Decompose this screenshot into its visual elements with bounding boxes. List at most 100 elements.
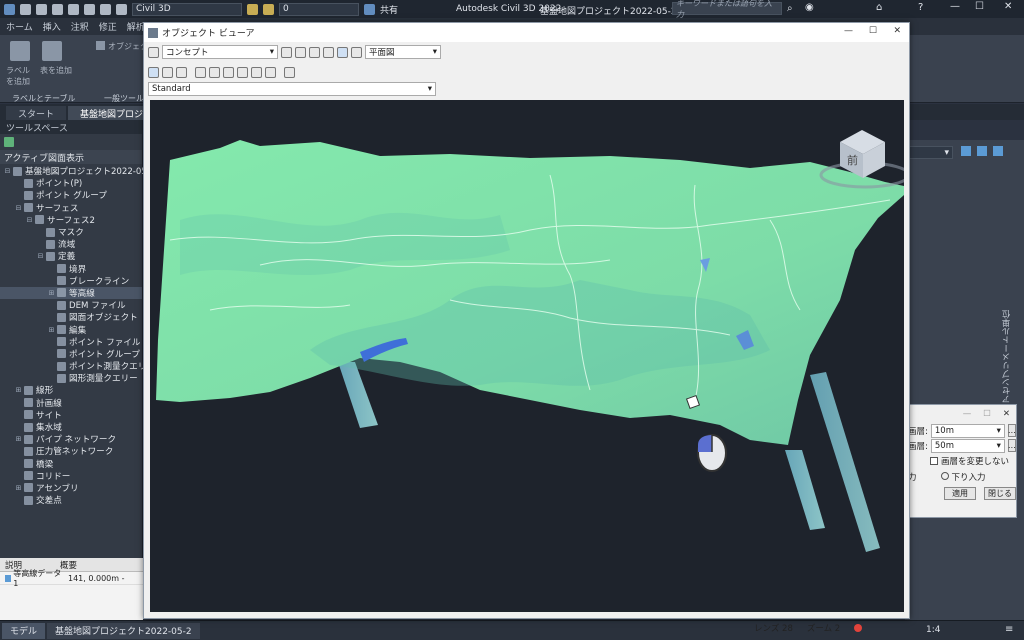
- add-table-button[interactable]: 表を追加: [40, 65, 72, 76]
- new-file-icon[interactable]: [20, 3, 31, 15]
- help-icon[interactable]: ?: [918, 2, 923, 13]
- undo-icon[interactable]: [100, 3, 111, 15]
- zoom-in-icon[interactable]: [237, 66, 248, 78]
- open-file-icon[interactable]: [36, 3, 47, 15]
- zoom-icon[interactable]: [295, 46, 306, 58]
- tree-item[interactable]: 図形測量クエリー: [0, 372, 142, 384]
- status-scale[interactable]: 1:4: [926, 625, 940, 635]
- search-input[interactable]: キーワードまたは語句を入力: [672, 0, 782, 19]
- tree-item[interactable]: ⊟ サーフェス: [0, 202, 142, 214]
- close-icon[interactable]: ✕: [1004, 1, 1012, 12]
- tree-item[interactable]: ⊞ 等高線: [0, 286, 142, 300]
- tree-item[interactable]: ⊟ 定義: [0, 250, 142, 262]
- tree-item[interactable]: ポイント(P): [0, 177, 142, 189]
- print-icon[interactable]: [84, 3, 95, 15]
- maximize-icon[interactable]: ☐: [975, 1, 984, 12]
- tree-item[interactable]: マスク: [0, 226, 142, 238]
- continuous-orbit-icon[interactable]: [337, 46, 348, 58]
- pan-icon[interactable]: [281, 46, 292, 58]
- keep-layer-checkbox[interactable]: [930, 456, 938, 465]
- zoom-realtime-icon[interactable]: [265, 66, 276, 78]
- tree-item[interactable]: 圧力管ネットワーク: [0, 445, 142, 457]
- light-bulb-icon[interactable]: [247, 3, 258, 15]
- tree-item[interactable]: 計画線: [0, 397, 142, 409]
- object-icon[interactable]: [96, 41, 105, 50]
- active-drawing-view[interactable]: アクティブ図面表示: [0, 150, 142, 164]
- cart-icon[interactable]: ⌂: [876, 2, 882, 13]
- app-menu-icon[interactable]: [4, 3, 15, 15]
- tree-toggle-icon[interactable]: ⊞: [15, 386, 22, 394]
- camera-icon[interactable]: [351, 46, 362, 58]
- view-direction-select[interactable]: 平面図 ▾: [365, 45, 441, 59]
- tree-item[interactable]: ポイント グループ: [0, 348, 142, 360]
- tree-item[interactable]: ポイント グループ: [0, 189, 142, 201]
- viewer-minimize-icon[interactable]: —: [844, 26, 853, 36]
- tree-toggle-icon[interactable]: ⊞: [15, 435, 22, 443]
- tree-toggle-icon[interactable]: ⊞: [48, 289, 55, 297]
- tree-toggle-icon[interactable]: ⊟: [26, 216, 33, 224]
- user-icon[interactable]: ◉: [805, 2, 814, 13]
- viewer-close-icon[interactable]: ✕: [893, 26, 901, 36]
- crosshair-icon[interactable]: [284, 66, 295, 78]
- tree-item[interactable]: 境界: [0, 263, 142, 275]
- table-row[interactable]: 等高線データ 1 141, 0.000m -: [0, 569, 143, 588]
- tab-annotate[interactable]: 注釈: [71, 20, 89, 33]
- palette-row1-select[interactable]: 10m ▾: [930, 423, 1005, 438]
- tree-item[interactable]: DEM ファイル: [0, 299, 142, 311]
- tree-item[interactable]: ポイント測量クエリー: [0, 360, 155, 372]
- free-orbit-icon[interactable]: [323, 46, 334, 58]
- viewer-maximize-icon[interactable]: ☐: [869, 26, 877, 36]
- tree-item[interactable]: ⊞ 編集: [0, 323, 142, 336]
- zoom-extents-icon[interactable]: [209, 66, 220, 78]
- palette-tool-icon-2[interactable]: [977, 146, 987, 156]
- tree-toggle-icon[interactable]: ⊟: [4, 167, 11, 175]
- share-icon[interactable]: [364, 3, 375, 15]
- tree-toggle-icon[interactable]: ⊞: [15, 484, 22, 492]
- tab-home[interactable]: ホーム: [6, 20, 33, 33]
- tree-item[interactable]: ポイント ファイル: [0, 336, 142, 348]
- share-label[interactable]: 共有: [380, 3, 398, 16]
- palette-row1-browse[interactable]: …: [1007, 424, 1016, 437]
- add-label-button[interactable]: ラベルを追加: [6, 65, 36, 87]
- zoom-scale-icon[interactable]: [223, 66, 234, 78]
- tree-item[interactable]: 交差点: [0, 494, 142, 506]
- tree-toggle-icon[interactable]: ⊞: [48, 326, 55, 334]
- zoom-out-icon[interactable]: [251, 66, 262, 78]
- redo-icon[interactable]: [116, 3, 127, 15]
- style-select[interactable]: Standard ▾: [148, 82, 436, 96]
- radio-right[interactable]: 下り入力: [940, 471, 986, 483]
- palette-minimize-icon[interactable]: —: [963, 409, 972, 419]
- tab-layout[interactable]: 基盤地図プロジェクト2022-05-2: [47, 622, 200, 639]
- tree-item[interactable]: ブレークライン: [0, 275, 142, 287]
- tree-item[interactable]: 流域: [0, 238, 142, 250]
- tree-toggle-icon[interactable]: ⊟: [15, 204, 22, 212]
- tab-document[interactable]: 基盤地図プロジ: [68, 106, 156, 120]
- tree-item[interactable]: コリドー: [0, 470, 142, 482]
- palette-close-icon[interactable]: ✕: [1003, 409, 1010, 419]
- tree-item[interactable]: ⊟ サーフェス2: [0, 214, 142, 226]
- add-label-icon[interactable]: [10, 41, 30, 61]
- visual-style-select[interactable]: コンセプト ▾: [162, 45, 278, 59]
- tree-item[interactable]: 集水域: [0, 421, 142, 433]
- tab-model[interactable]: モデル: [2, 622, 46, 639]
- apply-button[interactable]: 適用: [944, 487, 976, 500]
- tree-item[interactable]: 図面オブジェクト: [0, 311, 142, 323]
- tab-modify[interactable]: 修正: [99, 20, 117, 33]
- tree-item[interactable]: ⊞ パイプ ネットワーク: [0, 433, 142, 445]
- save-icon[interactable]: [148, 46, 159, 58]
- tree-item[interactable]: 橋梁: [0, 458, 142, 470]
- side-panel-select[interactable]: ▾: [907, 146, 953, 159]
- tree-toggle-icon[interactable]: ⊟: [37, 252, 44, 260]
- view-cube-toggle-icon[interactable]: [148, 66, 159, 78]
- record-icon[interactable]: [854, 624, 863, 632]
- tree-item[interactable]: ⊞ アセンブリ: [0, 482, 142, 494]
- save-as-icon[interactable]: [68, 3, 79, 15]
- layer-select[interactable]: 0: [279, 2, 359, 16]
- close-button[interactable]: 閉じる: [984, 487, 1016, 500]
- palette-tool-icon-3[interactable]: [993, 146, 1003, 156]
- surface-3d-view[interactable]: 前: [150, 100, 904, 612]
- viewer-canvas[interactable]: 前: [150, 100, 904, 612]
- zoom-window-icon[interactable]: [195, 66, 206, 78]
- tab-insert[interactable]: 挿入: [43, 20, 61, 33]
- search-icon[interactable]: ⌕: [787, 3, 793, 14]
